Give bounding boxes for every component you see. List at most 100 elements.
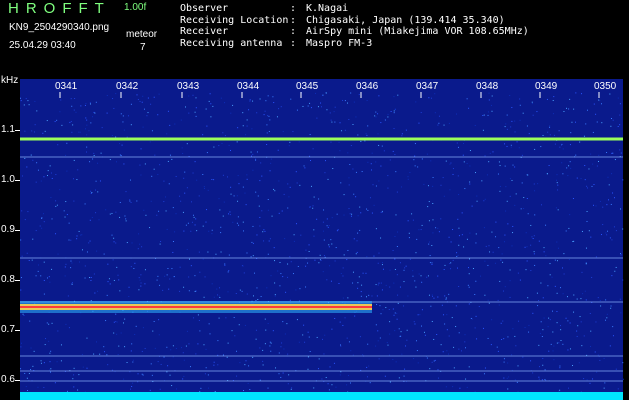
- noise-speck: [533, 253, 535, 255]
- noise-speck: [612, 326, 614, 328]
- noise-speck: [26, 166, 28, 168]
- noise-speck: [93, 152, 95, 154]
- noise-speck: [217, 340, 219, 342]
- noise-speck: [128, 286, 130, 288]
- noise-speck: [443, 269, 445, 271]
- noise-speck: [242, 125, 244, 127]
- noise-speck: [267, 199, 269, 201]
- noise-speck: [106, 354, 108, 356]
- noise-speck: [566, 107, 568, 109]
- noise-speck: [172, 356, 174, 358]
- noise-speck: [32, 238, 34, 240]
- noise-speck: [296, 319, 298, 321]
- noise-speck: [500, 322, 502, 324]
- noise-speck: [267, 253, 269, 255]
- noise-speck: [105, 320, 107, 322]
- noise-speck: [145, 214, 147, 216]
- noise-speck: [524, 326, 526, 328]
- noise-speck: [113, 332, 115, 334]
- noise-speck: [399, 286, 401, 288]
- noise-speck: [590, 330, 592, 332]
- noise-speck: [563, 273, 565, 275]
- noise-speck: [470, 317, 472, 319]
- noise-speck: [347, 297, 349, 299]
- noise-speck: [283, 348, 285, 350]
- noise-speck: [242, 186, 244, 188]
- noise-speck: [172, 251, 174, 253]
- noise-speck: [285, 291, 287, 293]
- noise-speck: [511, 354, 513, 356]
- noise-speck: [262, 231, 264, 233]
- noise-speck: [26, 390, 28, 392]
- noise-speck: [389, 269, 391, 271]
- noise-speck: [115, 242, 117, 244]
- noise-speck: [99, 180, 101, 182]
- y-tick-mark: [15, 330, 20, 331]
- noise-speck: [100, 152, 102, 154]
- noise-speck: [527, 297, 529, 299]
- noise-speck: [448, 236, 450, 238]
- noise-speck: [71, 262, 73, 264]
- noise-speck: [66, 142, 68, 144]
- noise-speck: [163, 180, 165, 182]
- noise-speck: [170, 349, 172, 351]
- noise-speck: [125, 191, 127, 193]
- noise-speck: [139, 243, 141, 245]
- noise-speck: [444, 323, 446, 325]
- noise-speck: [287, 207, 289, 209]
- noise-speck: [420, 275, 422, 277]
- noise-speck: [519, 119, 521, 121]
- y-tick-mark: [15, 180, 20, 181]
- noise-speck: [144, 269, 146, 271]
- noise-speck: [392, 249, 394, 251]
- noise-speck: [189, 366, 191, 368]
- noise-speck: [620, 152, 622, 154]
- noise-speck: [484, 367, 486, 369]
- noise-speck: [389, 381, 391, 383]
- noise-speck: [120, 155, 122, 157]
- noise-speck: [509, 280, 511, 282]
- noise-speck: [421, 309, 423, 311]
- noise-speck: [593, 204, 595, 206]
- noise-speck: [68, 327, 70, 329]
- noise-speck: [475, 315, 477, 317]
- noise-speck: [580, 178, 582, 180]
- noise-speck: [147, 112, 149, 114]
- noise-speck: [246, 293, 248, 295]
- noise-speck: [601, 103, 603, 105]
- noise-speck: [434, 112, 436, 114]
- noise-speck: [566, 167, 568, 169]
- noise-speck: [234, 335, 236, 337]
- noise-speck: [215, 253, 217, 255]
- noise-speck: [42, 132, 44, 134]
- noise-speck: [70, 120, 72, 122]
- noise-speck: [500, 259, 502, 261]
- noise-speck: [441, 304, 443, 306]
- noise-speck: [395, 171, 397, 173]
- noise-speck: [49, 281, 51, 283]
- noise-speck: [347, 152, 349, 154]
- noise-speck: [475, 242, 477, 244]
- noise-speck: [412, 270, 414, 272]
- noise-speck: [560, 144, 562, 146]
- noise-speck: [584, 290, 586, 292]
- noise-speck: [461, 212, 463, 214]
- noise-speck: [71, 282, 73, 284]
- noise-speck: [446, 314, 448, 316]
- noise-speck: [340, 273, 342, 275]
- noise-speck: [556, 179, 558, 181]
- noise-speck: [86, 124, 88, 126]
- noise-speck: [300, 234, 302, 236]
- noise-speck: [526, 260, 528, 262]
- noise-speck: [375, 161, 377, 163]
- noise-speck: [617, 388, 619, 390]
- noise-speck: [95, 101, 97, 103]
- noise-speck: [272, 330, 274, 332]
- noise-speck: [28, 104, 30, 106]
- noise-speck: [305, 265, 307, 267]
- y-tick-label: 1.0: [1, 174, 15, 185]
- noise-speck: [397, 231, 399, 233]
- noise-speck: [380, 237, 382, 239]
- noise-speck: [330, 239, 332, 241]
- noise-speck: [64, 266, 66, 268]
